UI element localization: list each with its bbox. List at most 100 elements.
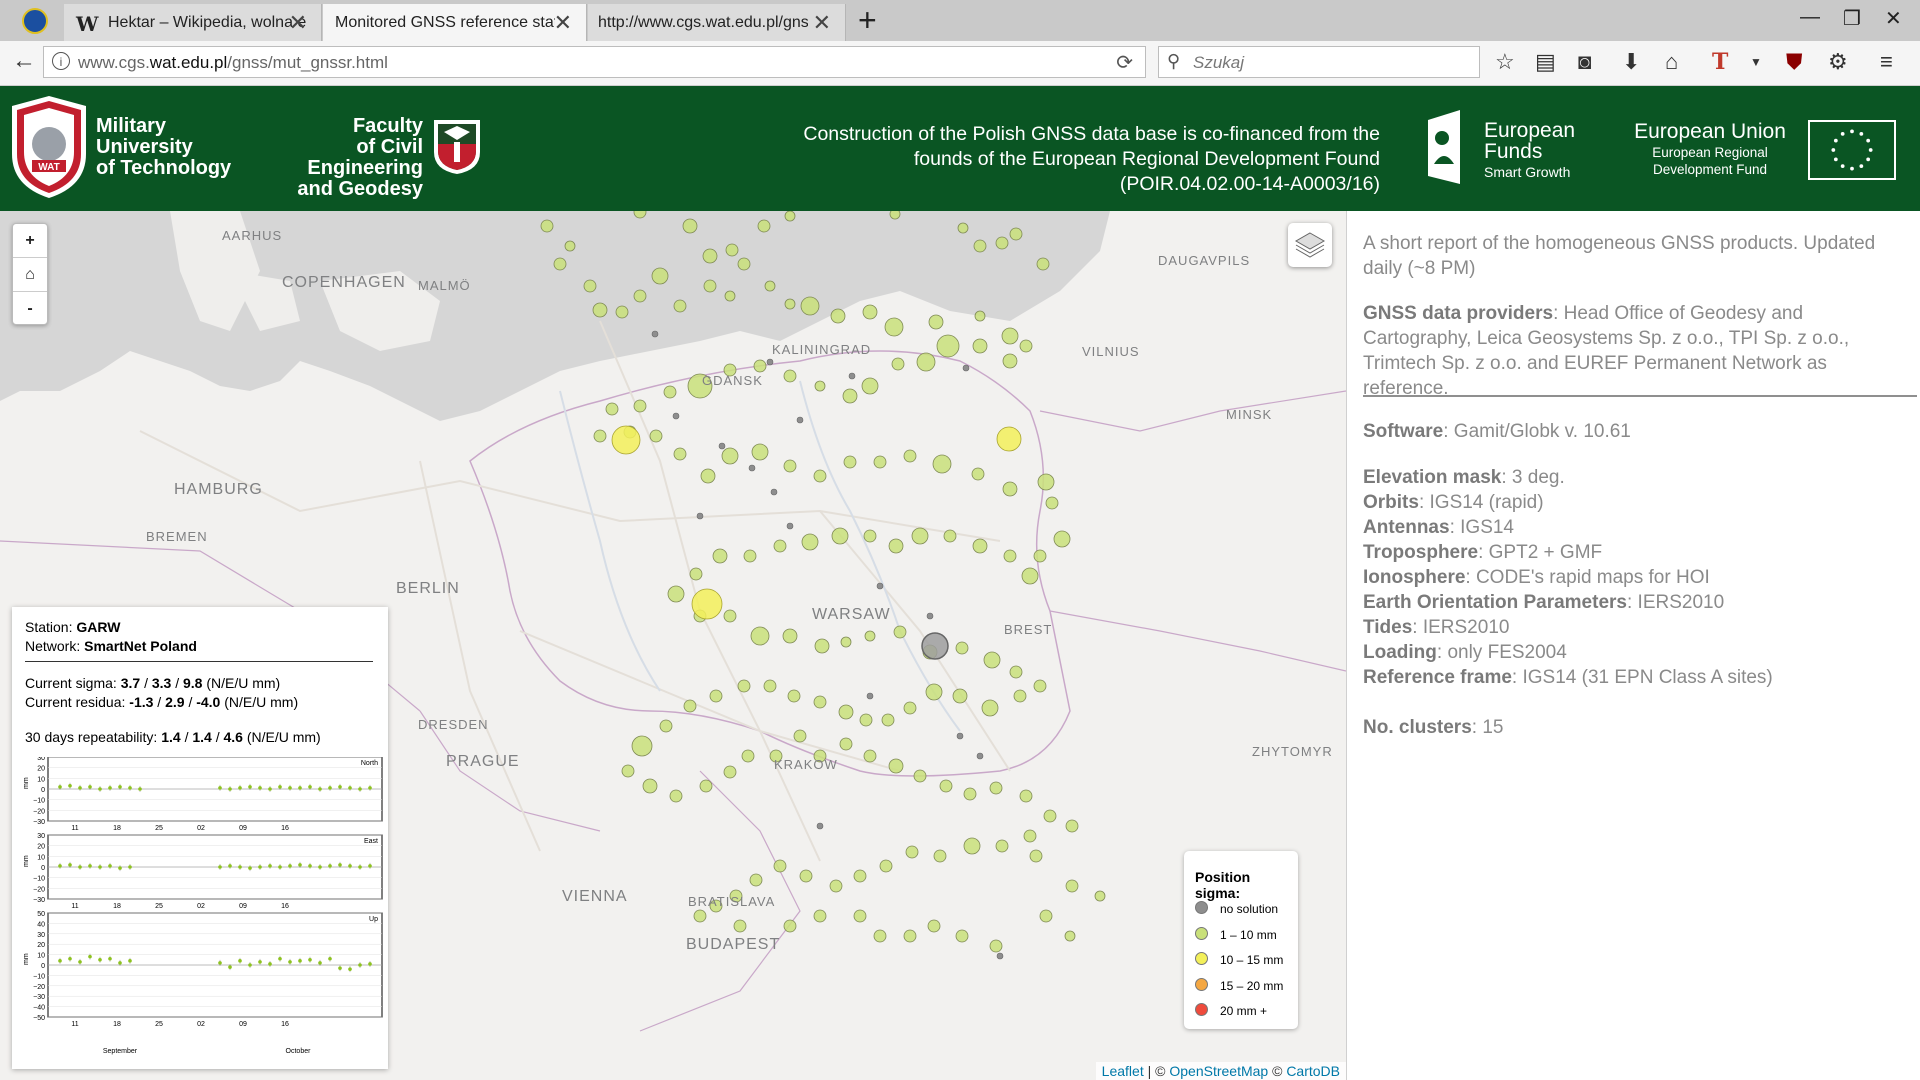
station-marker[interactable] <box>981 699 999 717</box>
home-icon[interactable]: ⌂ <box>1665 49 1678 75</box>
selected-station-marker[interactable] <box>921 632 949 660</box>
station-marker[interactable] <box>1001 327 1019 345</box>
station-marker[interactable] <box>633 289 647 303</box>
minimize-button[interactable]: — <box>1800 6 1820 29</box>
station-marker[interactable] <box>891 357 905 371</box>
station-marker[interactable] <box>1043 809 1057 823</box>
zoom-out-button[interactable]: - <box>13 292 47 325</box>
station-marker[interactable] <box>995 839 1009 853</box>
station-marker[interactable] <box>723 609 737 623</box>
station-marker[interactable] <box>712 548 728 564</box>
station-marker[interactable] <box>873 929 887 943</box>
station-marker[interactable] <box>813 909 827 923</box>
tab-gnss-stations[interactable]: Monitored GNSS reference statio ✕ <box>323 4 587 41</box>
station-marker-no-solution[interactable] <box>796 416 804 424</box>
station-marker[interactable] <box>839 737 853 751</box>
close-window-button[interactable]: ✕ <box>1885 6 1902 31</box>
station-marker[interactable] <box>983 651 1001 669</box>
station-marker[interactable] <box>888 758 904 774</box>
station-marker[interactable] <box>913 769 927 783</box>
station-marker[interactable] <box>737 679 751 693</box>
station-marker[interactable] <box>861 377 879 395</box>
station-marker[interactable] <box>831 527 849 545</box>
station-marker[interactable] <box>673 447 687 461</box>
station-marker[interactable] <box>764 280 776 292</box>
station-marker[interactable] <box>972 538 988 554</box>
station-marker[interactable] <box>1009 665 1023 679</box>
url-bar[interactable]: i www.cgs.wat.edu.pl/gnss/mut_gnssr.html… <box>43 46 1146 78</box>
extension-icon[interactable]: ⚙ <box>1828 49 1848 75</box>
station-marker[interactable] <box>702 248 718 264</box>
search-input[interactable]: ⚲ Szukaj <box>1158 46 1480 78</box>
station-marker[interactable] <box>703 279 717 293</box>
station-marker[interactable] <box>631 735 653 757</box>
station-marker[interactable] <box>1045 496 1059 510</box>
station-marker-10-15[interactable] <box>996 426 1022 452</box>
download-icon[interactable]: ⬇ <box>1622 49 1640 75</box>
station-marker[interactable] <box>564 240 576 252</box>
station-marker[interactable] <box>763 679 777 693</box>
home-button[interactable]: ⌂ <box>13 258 47 292</box>
station-marker[interactable] <box>1002 481 1018 497</box>
restore-button[interactable]: ❐ <box>1843 6 1861 31</box>
station-marker[interactable] <box>963 787 977 801</box>
leaflet-link[interactable]: Leaflet <box>1102 1063 1144 1079</box>
station-marker[interactable] <box>741 749 755 763</box>
station-marker[interactable] <box>911 527 929 545</box>
station-marker[interactable] <box>903 701 917 715</box>
station-marker[interactable] <box>814 638 830 654</box>
station-marker[interactable] <box>888 538 904 554</box>
back-arrow-icon[interactable]: ← <box>12 47 36 75</box>
station-marker[interactable] <box>723 765 737 779</box>
station-marker[interactable] <box>884 317 904 337</box>
european-funds-logo[interactable] <box>1424 108 1466 188</box>
close-icon[interactable]: ✕ <box>554 10 572 36</box>
close-icon[interactable]: ✕ <box>289 10 307 36</box>
pocket-icon[interactable]: ◙ <box>1578 49 1591 75</box>
station-marker[interactable] <box>784 211 796 222</box>
station-marker[interactable] <box>1003 549 1017 563</box>
station-marker[interactable] <box>1037 473 1055 491</box>
station-marker[interactable] <box>750 626 770 646</box>
osm-link[interactable]: OpenStreetMap <box>1169 1063 1268 1079</box>
station-marker-no-solution[interactable] <box>786 522 794 530</box>
station-marker[interactable] <box>971 467 985 481</box>
station-marker[interactable] <box>1039 909 1053 923</box>
station-marker[interactable] <box>1009 227 1023 241</box>
station-marker[interactable] <box>972 338 988 354</box>
station-marker[interactable] <box>682 218 698 234</box>
station-marker[interactable] <box>829 879 843 893</box>
station-marker-no-solution[interactable] <box>926 612 934 620</box>
station-marker[interactable] <box>1094 890 1106 902</box>
station-marker[interactable] <box>830 308 846 324</box>
station-marker[interactable] <box>1013 689 1027 703</box>
station-marker[interactable] <box>842 388 858 404</box>
station-marker[interactable] <box>669 789 683 803</box>
station-marker[interactable] <box>813 695 827 709</box>
station-marker[interactable] <box>843 455 857 469</box>
station-marker-no-solution[interactable] <box>996 952 1004 960</box>
chevron-down-icon[interactable]: ▼ <box>1750 55 1762 69</box>
station-marker[interactable] <box>893 625 907 639</box>
station-marker[interactable] <box>973 239 987 253</box>
station-marker[interactable] <box>683 699 697 713</box>
station-marker[interactable] <box>709 689 723 703</box>
station-marker[interactable] <box>862 304 878 320</box>
station-marker-no-solution[interactable] <box>976 752 984 760</box>
station-marker[interactable] <box>974 310 986 322</box>
station-marker[interactable] <box>605 402 619 416</box>
tab-cgs-url[interactable]: http://www.cgs.wat.edu.pl/gnss/ ✕ <box>588 4 846 41</box>
station-marker-no-solution[interactable] <box>651 330 659 338</box>
station-marker[interactable] <box>957 222 969 234</box>
station-marker[interactable] <box>955 641 969 655</box>
station-marker-no-solution[interactable] <box>962 364 970 372</box>
station-marker[interactable] <box>749 873 763 887</box>
info-icon[interactable]: i <box>52 52 70 70</box>
station-marker[interactable] <box>621 764 635 778</box>
station-marker[interactable] <box>952 688 968 704</box>
bookmark-star-icon[interactable]: ☆ <box>1495 49 1515 75</box>
station-marker[interactable] <box>838 704 854 720</box>
station-marker[interactable] <box>864 630 876 642</box>
station-marker-no-solution[interactable] <box>770 488 778 496</box>
station-marker[interactable] <box>933 849 947 863</box>
